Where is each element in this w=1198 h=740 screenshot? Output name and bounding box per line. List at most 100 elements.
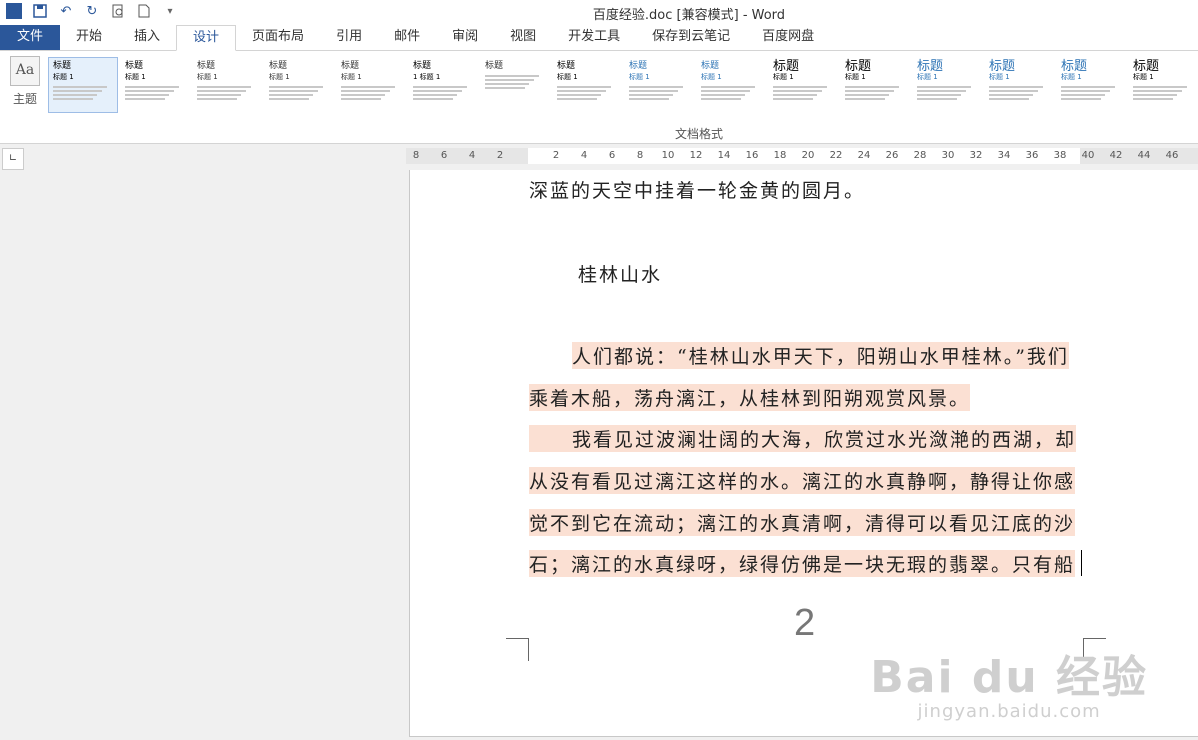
paragraph-1-line-1: 人们都说：“桂林山水甲天下，阳朔山水甲桂林。”我们 [572, 342, 1069, 369]
style-title: 标题 [1061, 59, 1088, 74]
style-title: 标题 [125, 61, 144, 71]
tab-save-to-cloud-note[interactable]: 保存到云笔记 [636, 25, 746, 50]
ribbon-design: Aa 主题 标题 标题 1 标题 标题 1 标题 标题 1 标题 标题 1 标题 标题 1 标题 1 … [0, 51, 1198, 144]
ruler-tick-label: 18 [773, 150, 787, 161]
ruler-tick-label: 30 [941, 150, 955, 161]
ruler-tick-label: 4 [468, 150, 476, 161]
window-title: 百度经验.doc [兼容模式] - Word [592, 8, 786, 23]
style-set-item[interactable]: 标题 [480, 57, 550, 113]
style-set-item[interactable]: 标题 标题 1 [48, 57, 118, 113]
tab-developer[interactable]: 开发工具 [552, 25, 636, 50]
style-subtitle: 标题 1 [773, 73, 794, 81]
style-title: 标题 [701, 61, 720, 71]
style-set-item[interactable]: 标题标题 1 [264, 57, 334, 113]
style-title: 标题 [1133, 59, 1160, 74]
style-set-item[interactable]: 标题标题 1 [624, 57, 694, 113]
style-set-item[interactable]: 标题 标题 1 [840, 57, 910, 113]
ruler-tick-label: 8 [412, 150, 420, 161]
tab-home[interactable]: 开始 [60, 25, 118, 50]
ruler-tick-label: 32 [969, 150, 983, 161]
tab-selector[interactable]: ∟ [2, 148, 24, 170]
baidu-jingyan-watermark: Bai du 经验 jingyan.baidu.com [870, 652, 1148, 722]
group-label-document-formatting: 文档格式 [674, 127, 723, 141]
ruler-tick-label: 12 [689, 150, 703, 161]
style-subtitle: 标题 1 [629, 73, 650, 81]
style-title: 标题 [413, 61, 432, 71]
style-title: 标题 [917, 59, 944, 74]
ruler-tick-label: 6 [608, 150, 616, 161]
tab-page-layout[interactable]: 页面布局 [236, 25, 320, 50]
style-subtitle: 标题 1 [557, 73, 578, 81]
ribbon-tabs: 文件 开始 插入 设计 页面布局 引用 邮件 审阅 视图 开发工具 保存到云笔记… [0, 24, 1198, 51]
tab-insert[interactable]: 插入 [118, 25, 176, 50]
style-subtitle: 标题 1 [269, 73, 290, 81]
style-set-item[interactable]: 标题 标题 1 [192, 57, 262, 113]
style-subtitle: 标题 1 [53, 73, 74, 81]
style-title: 标题 [629, 61, 648, 71]
style-set-item[interactable]: 标题 标题 1 [1128, 57, 1198, 113]
ruler-tick-label: 24 [857, 150, 871, 161]
theme-label: 主题 [12, 92, 37, 106]
ruler-tick-label: 34 [997, 150, 1011, 161]
ruler-tick-label: 6 [440, 150, 448, 161]
ruler-tick-label: 4 [580, 150, 588, 161]
style-set-item[interactable]: 标题 标题 1 [912, 57, 982, 113]
style-set-item[interactable]: 标题 标题 1 [984, 57, 1054, 113]
ruler-tick-label: 26 [885, 150, 899, 161]
paragraph-2-line-4: 石；漓江的水真绿呀，绿得仿佛是一块无瑕的翡翠。只有船 [529, 550, 1076, 577]
tab-baidu-netdisk[interactable]: 百度网盘 [746, 25, 830, 50]
ruler-tick-label: 8 [636, 150, 644, 161]
ruler-tick-label: 46 [1165, 150, 1179, 161]
paragraph-2-line-3: 觉不到它在流动；漓江的水真清啊，清得可以看见江底的沙 [529, 509, 1076, 536]
tab-view[interactable]: 视图 [494, 25, 552, 50]
horizontal-ruler[interactable]: 8 6 4 2 2 4 6 8 10 12 14 16 18 20 22 24 26 28 30 32 34 36 38 40… [406, 148, 1198, 164]
style-set-item[interactable]: 标题标题 1 [336, 57, 406, 113]
style-subtitle: 标题 1 [341, 73, 362, 81]
ruler-tick-label: 20 [801, 150, 815, 161]
style-set-gallery: 标题 标题 1 标题 标题 1 标题 标题 1 标题 标题 1 标题 标题 1 标题 1 标题 1 标题… [48, 57, 1198, 115]
tab-file[interactable]: 文件 [0, 25, 60, 50]
style-set-item[interactable]: 标题 1 标题 1 [408, 57, 478, 113]
ruler-tick-label: 28 [913, 150, 927, 161]
themes-button[interactable]: Aa 主题 [8, 56, 42, 107]
style-set-item[interactable]: 标题标题 1 [552, 57, 622, 113]
style-subtitle: 标题 1 [845, 73, 866, 81]
heading-guilin: 桂林山水 [578, 264, 663, 286]
text-cursor [1081, 550, 1082, 576]
tab-references[interactable]: 引用 [320, 25, 378, 50]
ruler-tick-label: 38 [1053, 150, 1067, 161]
ruler-tick-label: 42 [1109, 150, 1123, 161]
style-title: 标题 [845, 59, 872, 74]
style-subtitle: 标题 1 [197, 73, 218, 81]
style-title: 标题 [341, 61, 360, 71]
style-set-item[interactable]: 标题 标题 1 [1056, 57, 1126, 113]
paragraph-2-line-1: 我看见过波澜壮阔的大海，欣赏过水光潋滟的西湖，却 [529, 425, 1077, 452]
style-subtitle: 标题 1 [1133, 73, 1154, 81]
style-set-item[interactable]: 标题标题 1 [120, 57, 190, 113]
style-title: 标题 [773, 59, 800, 74]
ruler-tick-label: 22 [829, 150, 843, 161]
ruler-tick-label: 14 [717, 150, 731, 161]
document-workspace: ∟ 8 6 4 2 2 4 6 8 10 12 14 16 18 20 22 24 26 28 30 32 34 36 38… [0, 144, 1198, 740]
style-title: 标题 [989, 59, 1016, 74]
tab-design[interactable]: 设计 [176, 25, 237, 51]
ruler-tick-label: 44 [1137, 150, 1151, 161]
style-subtitle: 1 标题 1 [413, 73, 441, 81]
crop-mark-left [506, 638, 529, 661]
style-subtitle: 标题 1 [917, 73, 938, 81]
ruler-tick-label: 40 [1081, 150, 1095, 161]
style-subtitle: 标题 1 [125, 73, 146, 81]
style-title: 标题 [269, 61, 288, 71]
ruler-tick-label: 2 [552, 150, 560, 161]
style-title: 标题 [485, 61, 504, 71]
style-subtitle: 标题 1 [701, 73, 722, 81]
style-set-item[interactable]: 标题 标题 1 [768, 57, 838, 113]
style-title: 标题 [557, 61, 576, 71]
style-set-item[interactable]: 标题标题 1 [696, 57, 766, 113]
tab-review[interactable]: 审阅 [436, 25, 494, 50]
ruler-tick-label: 16 [745, 150, 759, 161]
style-subtitle: 标题 1 [989, 73, 1010, 81]
paragraph-2-line-2: 从没有看见过漓江这样的水。漓江的水真静啊，静得让你感 [529, 467, 1076, 494]
page-number: 2 [794, 602, 816, 644]
tab-mailings[interactable]: 邮件 [378, 25, 436, 50]
